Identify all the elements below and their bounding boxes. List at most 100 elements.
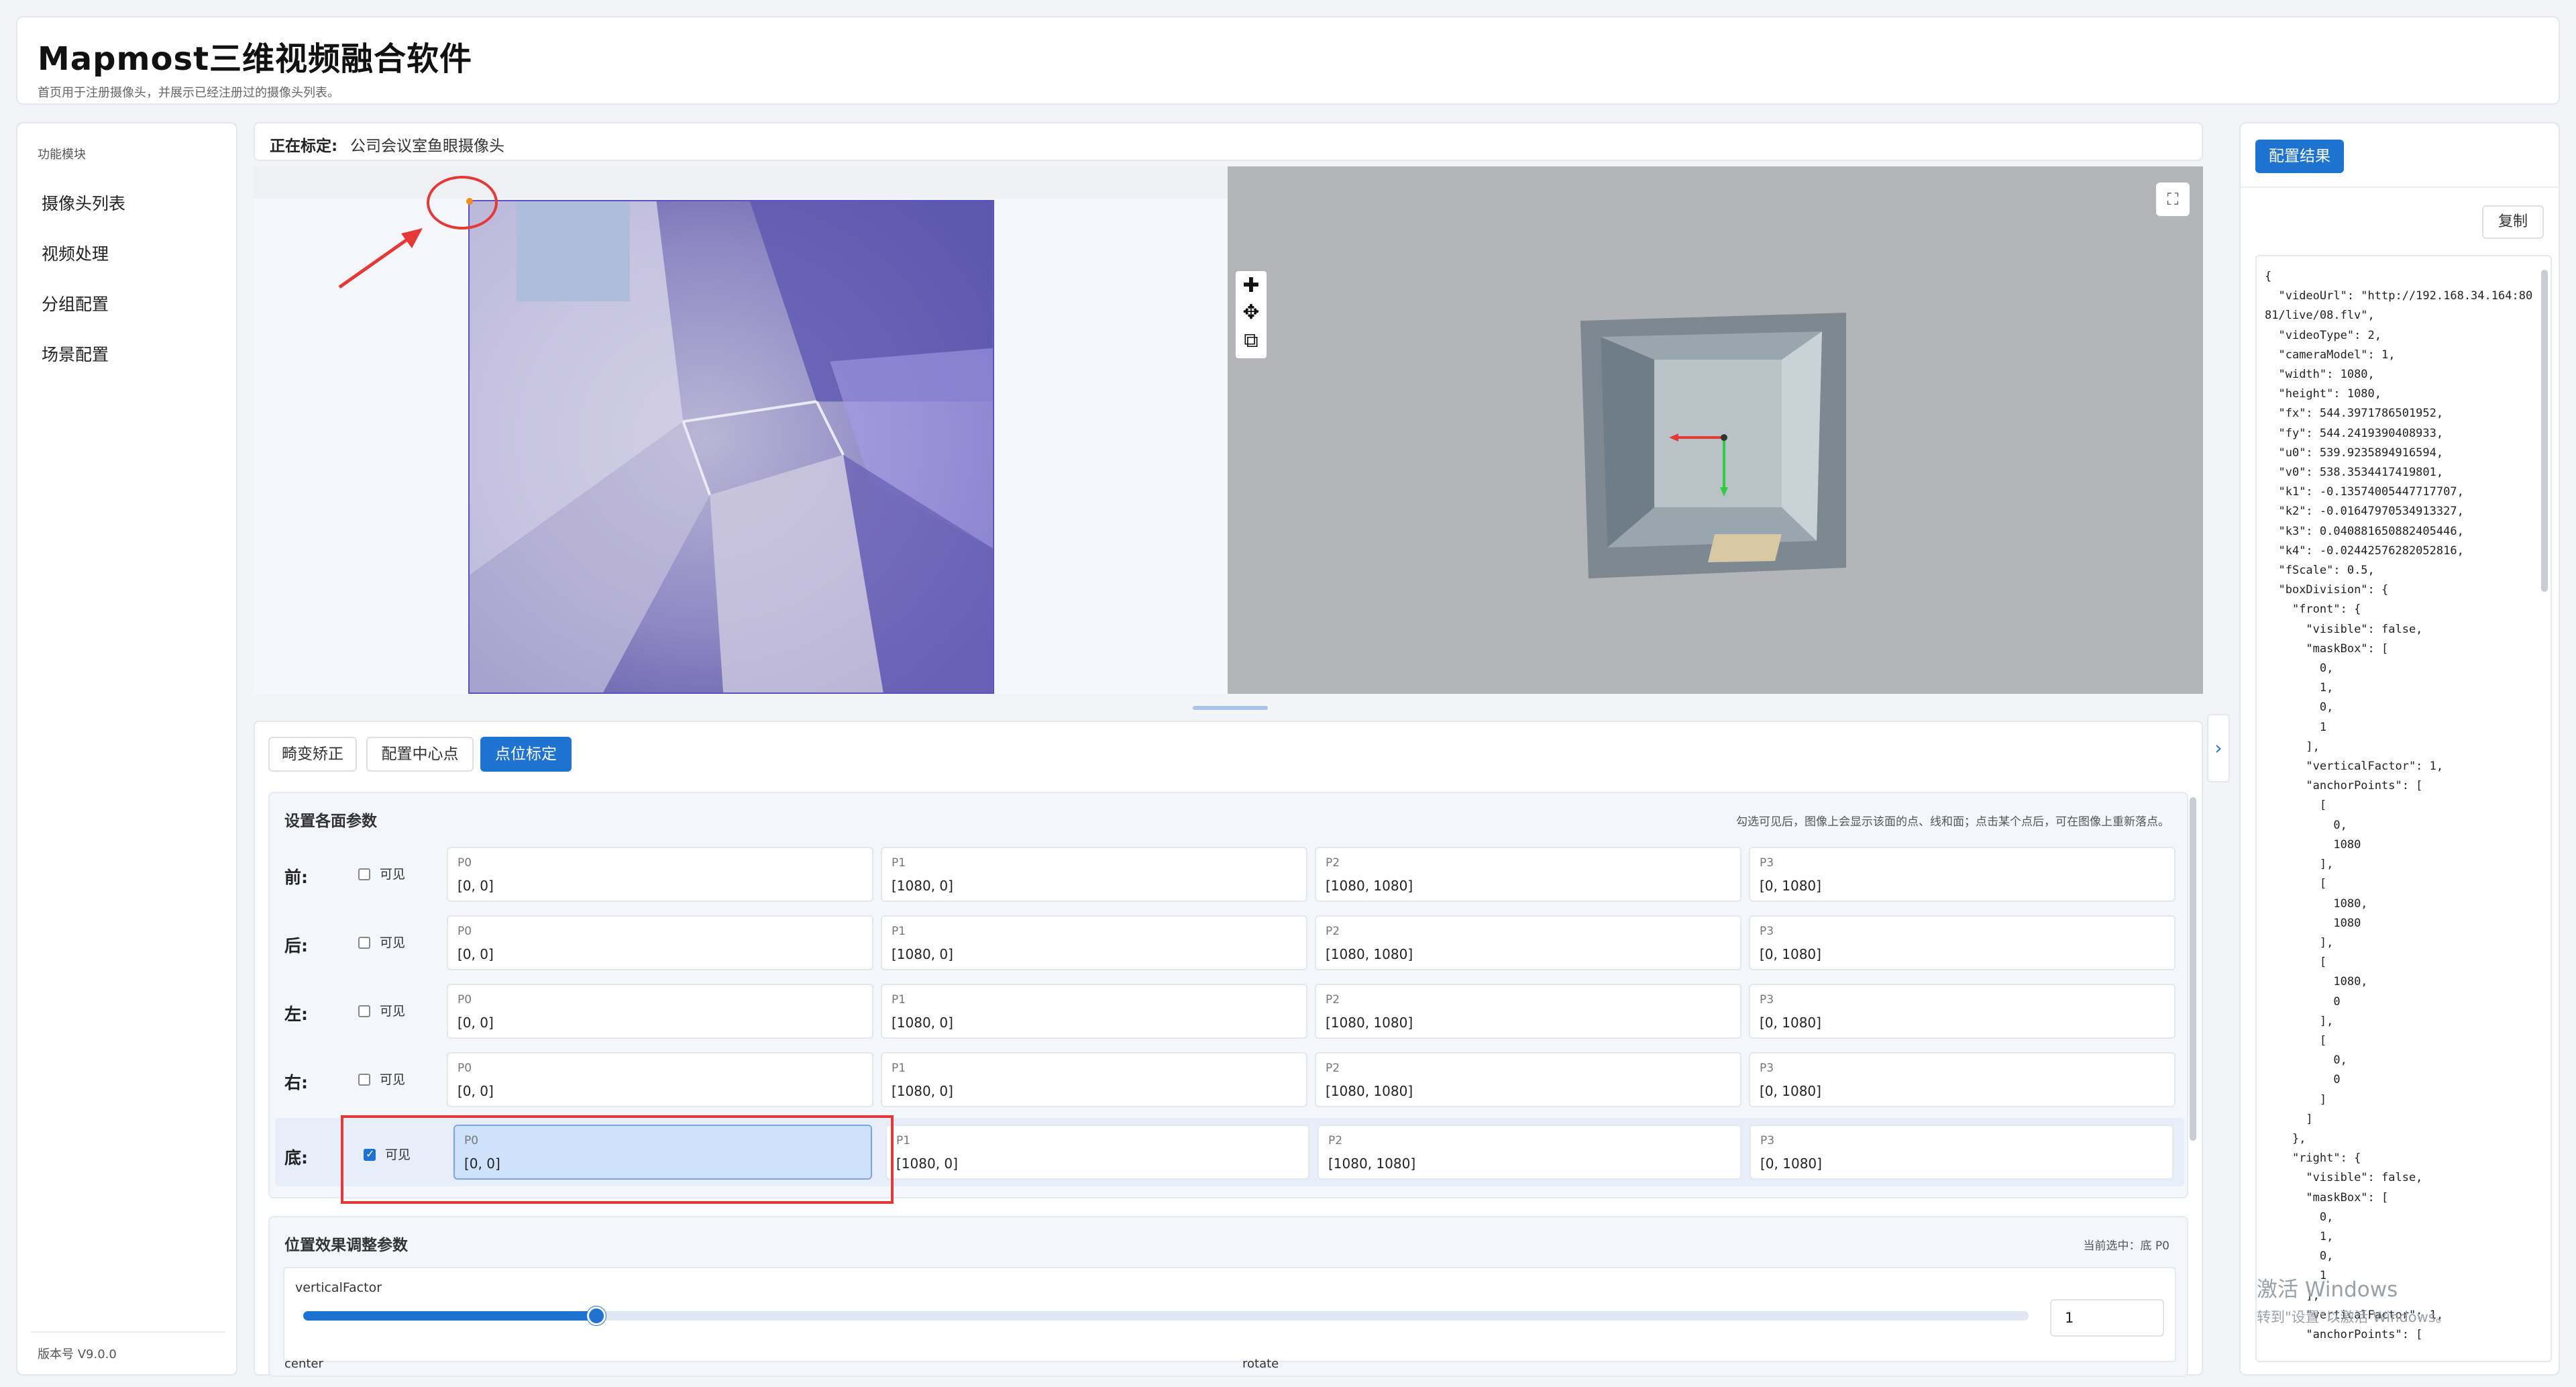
point-field-p3[interactable]: P3 [0, 1080] xyxy=(1749,1052,2176,1107)
fisheye-panel[interactable] xyxy=(254,166,1228,694)
point-field-p1[interactable]: P1 [1080, 0] xyxy=(881,984,1307,1039)
app-title: Mapmost三维视频融合软件 xyxy=(38,40,473,78)
point-value: [0, 0] xyxy=(458,1083,494,1099)
visible-label: 可见 xyxy=(380,1072,406,1087)
point-field-p3[interactable]: P3 [0, 1080] xyxy=(1749,984,2176,1039)
point-value: [1080, 0] xyxy=(892,1015,953,1031)
rotate-icon[interactable]: ✥ xyxy=(1236,301,1267,324)
copy-button[interactable]: 复制 xyxy=(2482,205,2544,239)
point-field-p0[interactable]: P0 [0, 0] xyxy=(447,915,873,970)
rotate-label: rotate xyxy=(1242,1357,1279,1371)
result-divider xyxy=(2241,187,2561,188)
point-name: P3 xyxy=(1760,856,1774,870)
slider-thumb[interactable] xyxy=(587,1306,606,1325)
sidebar-item-scene-config[interactable]: 场景配置 xyxy=(42,342,109,366)
translate-icon[interactable]: ✚ xyxy=(1236,274,1267,297)
point-value: [1080, 1080] xyxy=(1326,1015,1413,1031)
panel-splitter[interactable] xyxy=(1193,706,1268,710)
point-field-p1[interactable]: P1 [1080, 0] xyxy=(881,915,1307,970)
calibrating-camera-name: 公司会议室鱼眼摄像头 xyxy=(350,138,504,155)
point-name: P3 xyxy=(1760,925,1774,938)
config-result-button[interactable]: 配置结果 xyxy=(2255,140,2344,173)
point-value: [1080, 1080] xyxy=(1328,1155,1416,1172)
json-scrollbar[interactable] xyxy=(2541,270,2548,592)
point-field-p2[interactable]: P2 [1080, 1080] xyxy=(1315,847,1741,902)
point-field-p1[interactable]: P1 [1080, 0] xyxy=(885,1125,1309,1180)
point-value: [1080, 0] xyxy=(892,946,953,962)
face-label: 右: xyxy=(284,1073,308,1092)
image-area: ⛶ ✚ ✥ ⧉ xyxy=(254,166,2203,694)
sidebar-section-title: 功能模块 xyxy=(38,148,86,162)
point-value: [1080, 0] xyxy=(896,1155,958,1172)
checkbox-icon[interactable] xyxy=(358,868,370,880)
face-label: 前: xyxy=(284,868,308,887)
json-text: { "videoUrl": "http://192.168.34.164:808… xyxy=(2265,270,2533,1341)
vertical-factor-control: verticalFactor 1 xyxy=(283,1267,2176,1362)
point-field-p0[interactable]: P0 [0, 0] xyxy=(447,1052,873,1107)
sidebar-item-video-processing[interactable]: 视频处理 xyxy=(42,241,109,265)
face-label: 后: xyxy=(284,936,308,956)
vertical-factor-label: verticalFactor xyxy=(295,1280,382,1295)
visible-checkbox[interactable]: 可见 xyxy=(358,864,405,882)
visible-checkbox[interactable]: 可见 xyxy=(358,1001,405,1019)
checkbox-icon[interactable] xyxy=(358,1074,370,1086)
fisheye-image[interactable] xyxy=(468,200,994,694)
point-value: [1080, 1080] xyxy=(1326,1083,1413,1099)
collapse-panel-button[interactable]: › xyxy=(2207,714,2230,782)
app-subtitle: 首页用于注册摄像头，并展示已经注册过的摄像头列表。 xyxy=(38,86,339,100)
tab-distortion-correction[interactable]: 畸变矫正 xyxy=(268,737,357,772)
visible-label: 可见 xyxy=(380,935,406,950)
point-field-p2[interactable]: P2 [1080, 1080] xyxy=(1315,984,1741,1039)
point-value: [1080, 1080] xyxy=(1326,878,1413,894)
vertical-factor-slider[interactable] xyxy=(303,1306,2029,1325)
point-value: [0, 0] xyxy=(458,946,494,962)
vertical-scrollbar[interactable] xyxy=(2190,797,2196,1141)
point-field-p1[interactable]: P1 [1080, 0] xyxy=(881,1052,1307,1107)
3d-room-model[interactable] xyxy=(1580,313,1846,578)
checkbox-icon[interactable] xyxy=(358,1005,370,1017)
visible-checkbox[interactable]: 可见 xyxy=(358,1070,405,1088)
vertical-factor-input[interactable]: 1 xyxy=(2050,1299,2164,1337)
anchor-point-marker[interactable] xyxy=(466,198,473,205)
scale-icon[interactable]: ⧉ xyxy=(1236,329,1267,352)
point-name: P0 xyxy=(458,993,472,1007)
point-field-p3[interactable]: P3 [0, 1080] xyxy=(1750,1125,2174,1180)
visible-checkbox[interactable]: 可见 xyxy=(358,933,405,951)
point-name: P3 xyxy=(1760,1062,1774,1075)
highlight-circle xyxy=(427,176,498,229)
calibration-tabs-card: 畸变矫正 配置中心点 点位标定 设置各面参数 勾选可见后，图像上会显示该面的点、… xyxy=(254,721,2203,1377)
point-value: [1080, 1080] xyxy=(1326,946,1413,962)
point-value: [1080, 0] xyxy=(892,878,953,894)
annotation-arrow-icon xyxy=(338,228,423,289)
sidebar-divider xyxy=(31,1331,225,1333)
tab-center-point[interactable]: 配置中心点 xyxy=(366,737,474,772)
3d-scene-panel[interactable]: ⛶ ✚ ✥ ⧉ xyxy=(1228,166,2203,694)
point-name: P1 xyxy=(892,993,906,1007)
sidebar-item-group-config[interactable]: 分组配置 xyxy=(42,291,109,315)
point-field-p2[interactable]: P2 [1080, 1080] xyxy=(1315,915,1741,970)
faces-card-title: 设置各面参数 xyxy=(284,813,377,830)
watermark-line-1: 激活 Windows xyxy=(2257,1278,2398,1302)
fullscreen-button[interactable]: ⛶ xyxy=(2156,183,2190,216)
json-output[interactable]: { "videoUrl": "http://192.168.34.164:808… xyxy=(2255,255,2552,1362)
tab-point-calibration[interactable]: 点位标定 xyxy=(480,737,572,772)
point-name: P2 xyxy=(1326,925,1340,938)
point-value: [0, 1080] xyxy=(1760,1083,1821,1099)
point-field-p3[interactable]: P3 [0, 1080] xyxy=(1749,847,2176,902)
point-field-p2[interactable]: P2 [1080, 1080] xyxy=(1318,1125,1741,1180)
point-field-p2[interactable]: P2 [1080, 1080] xyxy=(1315,1052,1741,1107)
point-field-p3[interactable]: P3 [0, 1080] xyxy=(1749,915,2176,970)
point-name: P3 xyxy=(1760,993,1774,1007)
face-label: 底: xyxy=(284,1148,308,1168)
app-header: Mapmost三维视频融合软件 首页用于注册摄像头，并展示已经注册过的摄像头列表… xyxy=(16,16,2560,105)
point-name: P2 xyxy=(1326,856,1340,870)
point-value: [0, 1080] xyxy=(1760,878,1821,894)
face-row-bottom: 底: 可见 P0[0, 0] P1[1080, 0] P2[1080, 1080… xyxy=(270,1115,2190,1204)
checkbox-icon[interactable] xyxy=(358,937,370,949)
face-row-right: 右: 可见 P0 [0, 0] P1 [1080, 0] P2 [1080, 1080… xyxy=(270,1049,2190,1110)
face-row-front: 前: 可见 P0 [0, 0] P1 [1080, 0] P2 [1080, 1080… xyxy=(270,844,2190,905)
point-field-p0[interactable]: P0 [0, 0] xyxy=(447,847,873,902)
point-field-p1[interactable]: P1 [1080, 0] xyxy=(881,847,1307,902)
point-field-p0[interactable]: P0 [0, 0] xyxy=(447,984,873,1039)
sidebar-item-camera-list[interactable]: 摄像头列表 xyxy=(42,191,125,215)
